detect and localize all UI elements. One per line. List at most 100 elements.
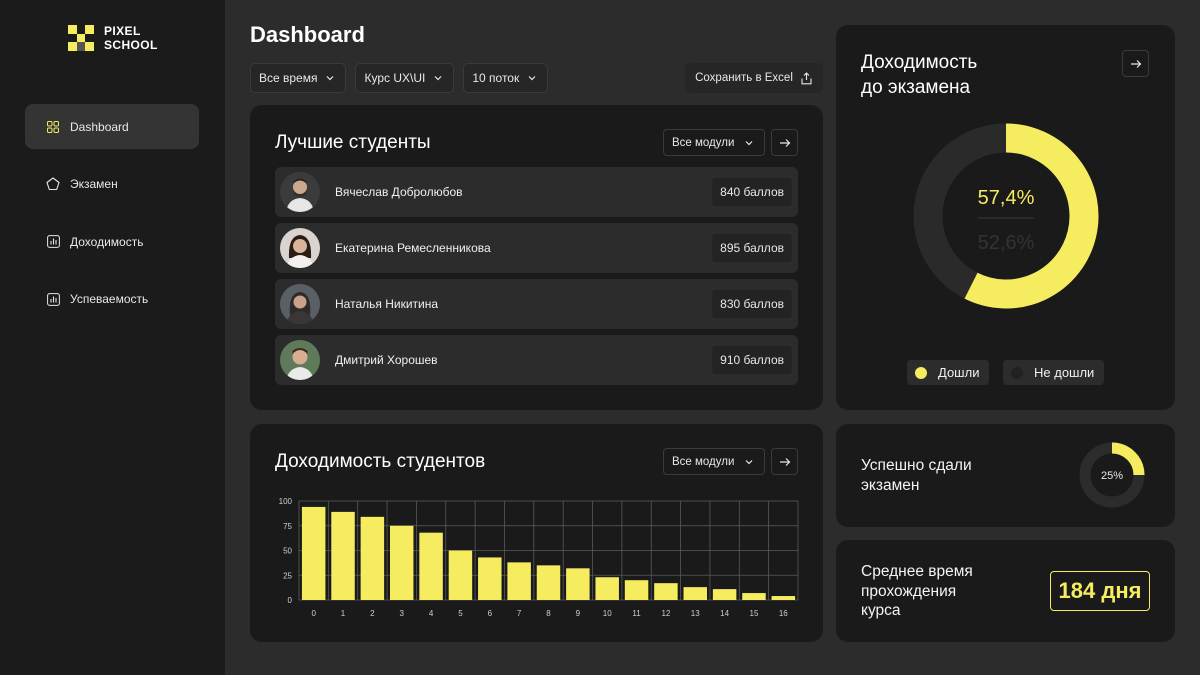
legend-reached[interactable]: Дошли [907,360,990,385]
stream-filter[interactable]: 10 поток [463,63,549,93]
chart-x-tick-label: 5 [458,609,463,618]
chart-bar[interactable] [654,583,678,600]
sidebar-item-label: Экзамен [70,177,118,191]
avatar [280,284,320,324]
chart-bar[interactable] [683,587,708,600]
chart-bar[interactable] [478,557,502,600]
average-time-card: Среднее время прохождения курса 184 дня [836,540,1175,642]
bar-chart-icon [46,292,60,306]
stream-filter-label: 10 поток [472,71,520,85]
chart-x-tick-label: 8 [546,609,551,618]
chart-y-tick-label: 0 [288,596,293,605]
chart-bar[interactable] [301,506,326,600]
chart-x-tick-label: 16 [779,609,788,618]
chart-x-tick-label: 0 [311,609,316,618]
chart-bar[interactable] [448,550,473,601]
chart-x-tick-label: 15 [750,609,759,618]
sidebar-item-label: Доходимость [70,234,144,249]
retention-card: Доходимость до экзамена 57,4% 52,6% Дошл… [836,25,1175,410]
save-excel-button[interactable]: Сохранить в Excel [685,63,823,93]
legend-label: Не дошли [1034,365,1095,380]
chart-x-tick-label: 1 [341,609,346,618]
students-chart-card: Доходимость студентов Все модули 0 25 50 75… [250,424,823,642]
filter-bar: Все время Курс UX\UI 10 поток [250,63,549,93]
legend-label: Дошли [938,365,980,380]
chevron-down-icon [433,73,443,83]
student-score: 830 баллов [712,290,792,318]
student-score: 895 баллов [712,234,792,262]
open-students-button[interactable] [771,129,798,156]
average-time-title: Среднее время прохождения курса [861,562,973,621]
average-time-value: 184 дня [1050,571,1150,611]
chart-x-tick-label: 4 [429,609,434,618]
chart-y-tick-label: 25 [283,571,292,580]
chart-x-tick-label: 7 [517,609,522,618]
course-filter[interactable]: Курс UX\UI [355,63,455,93]
chart-x-tick-label: 3 [400,609,405,618]
chart-y-tick-label: 50 [283,547,292,556]
avatar [280,172,320,212]
legend-dot-yellow [915,366,927,379]
chart-bar[interactable] [712,589,737,600]
chart-x-tick-label: 12 [661,609,670,618]
student-name: Вячеслав Добролюбов [335,185,463,199]
chart-bar[interactable] [624,580,649,600]
passed-exam-title: Успешно сдали экзамен [861,456,972,495]
page-title: Dashboard [250,22,365,47]
passed-exam-title-line-1: Успешно сдали [861,457,972,474]
chart-bar[interactable] [771,596,796,600]
passed-exam-title-line-2: экзамен [861,476,920,494]
student-name: Дмитрий Хорошев [335,353,438,367]
chevron-down-icon [527,73,537,83]
bar-chart-icon [46,235,60,249]
chart-bar[interactable] [419,532,443,600]
module-filter[interactable]: Все модули [663,129,766,156]
student-row[interactable]: Вячеслав Добролюбов 840 баллов [275,167,798,217]
course-filter-label: Курс UX\UI [364,71,426,85]
sidebar-item-exam[interactable]: Экзамен [25,162,199,207]
chart-bar[interactable] [331,511,355,600]
save-excel-label: Сохранить в Excel [695,72,793,84]
sidebar-item-label: Dashboard [70,119,129,134]
chevron-down-icon [744,138,754,148]
donut-arc-reached [964,123,1099,309]
chart-bar[interactable] [360,516,385,600]
student-name: Екатерина Ремесленникова [335,241,491,255]
avatar [280,340,320,380]
sidebar-item-retention[interactable]: Доходимость [25,219,199,264]
sidebar-item-label: Успеваемость [70,292,149,306]
chart-x-tick-label: 9 [576,609,581,618]
sidebar-item-dashboard[interactable]: Dashboard [25,104,199,149]
module-filter-label: Все модули [672,136,735,149]
chart-bar[interactable] [536,565,561,600]
chart-x-tick-label: 2 [370,609,375,618]
legend-not-reached[interactable]: Не дошли [1003,360,1105,385]
average-time-title-line-3: курса [861,602,901,619]
chart-bar[interactable] [389,525,414,600]
best-students-title: Лучшие студенты [275,132,431,153]
chart-bar[interactable] [742,593,766,600]
donut-primary-value: 57,4% [978,187,1035,209]
student-row[interactable]: Наталья Никитина 830 баллов [275,279,798,329]
sidebar: PIXEL SCHOOL Dashboard Экзамен Доходимос… [0,0,225,675]
student-score: 910 баллов [712,346,792,374]
student-row[interactable]: Екатерина Ремесленникова 895 баллов [275,223,798,273]
logo[interactable]: PIXEL SCHOOL [68,24,164,52]
student-row[interactable]: Дмитрий Хорошев 910 баллов [275,335,798,385]
chevron-down-icon [325,73,335,83]
chart-x-tick-label: 14 [720,609,729,618]
chart-bar[interactable] [595,577,619,600]
sidebar-nav: Dashboard Экзамен Доходимость Успеваемос… [25,104,199,334]
chart-bar[interactable] [566,568,590,600]
grid-icon [46,120,60,134]
student-score: 840 баллов [712,178,792,206]
passed-exam-donut: 25% [1079,442,1145,508]
best-students-card: Лучшие студенты Все модули Вячеслав Добр… [250,105,823,410]
arrow-right-icon [779,138,790,147]
legend-dot-dark [1011,366,1023,379]
chart-y-tick-label: 100 [279,497,293,506]
period-filter[interactable]: Все время [250,63,347,93]
student-name: Наталья Никитина [335,297,439,311]
sidebar-item-performance[interactable]: Успеваемость [25,277,199,322]
chart-bar[interactable] [507,562,531,600]
